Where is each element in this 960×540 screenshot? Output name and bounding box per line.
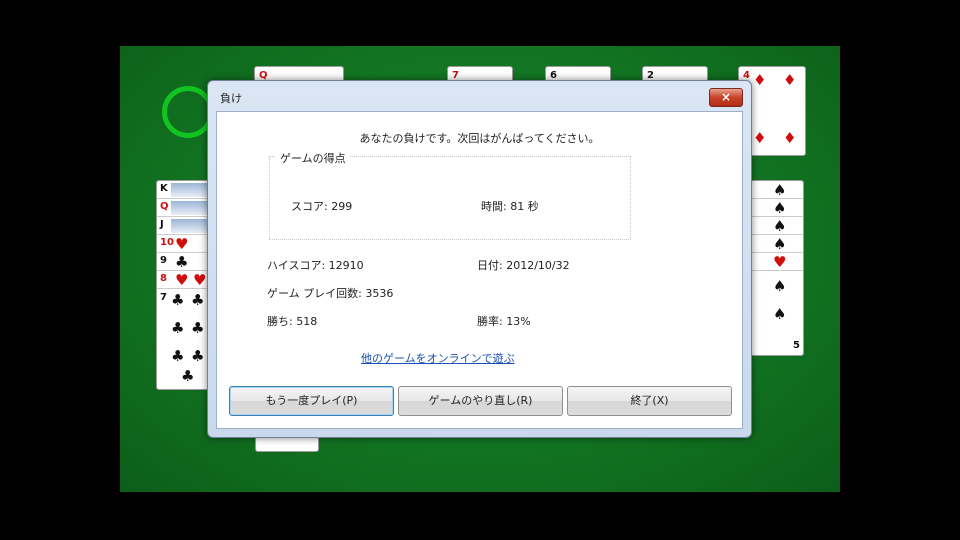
score-value: スコア: 299 — [291, 200, 353, 213]
club-suit-icon: ♣ — [181, 367, 195, 385]
club-suit-icon: ♣ — [191, 291, 205, 309]
diamond-suit-icon: ♦ — [753, 71, 767, 89]
card-rank: 10 — [160, 237, 174, 248]
club-suit-icon: ♣ — [171, 319, 185, 337]
dialog-content: あなたの負けです。次回はがんばってください。 ゲームの得点 スコア: 299 時… — [216, 111, 743, 429]
quit-button[interactable]: 終了(X) — [567, 386, 732, 416]
card-rank: 5 — [793, 340, 800, 351]
face-card-image — [171, 219, 207, 233]
time-value: 時間: 81 秒 — [481, 200, 539, 213]
heart-suit-icon: ♥ — [773, 253, 787, 271]
dialog-title: 負け — [220, 92, 242, 105]
game-lost-dialog: 負け × あなたの負けです。次回はがんばってください。 ゲームの得点 スコア: … — [207, 80, 752, 438]
heart-suit-icon: ♥ — [193, 271, 207, 289]
card-rank: K — [160, 183, 168, 194]
dialog-titlebar[interactable]: 負け × — [208, 81, 751, 111]
club-suit-icon: ♣ — [191, 347, 205, 365]
date: 日付: 2012/10/32 — [477, 259, 570, 272]
play-online-link[interactable]: 他のゲームをオンラインで遊ぶ — [361, 350, 515, 366]
spade-suit-icon: ♠ — [773, 277, 787, 295]
wins: 勝ち: 518 — [267, 315, 318, 328]
club-suit-icon: ♣ — [175, 253, 189, 271]
diamond-suit-icon: ♦ — [753, 129, 767, 147]
card-rank: 8 — [160, 273, 167, 284]
tableau-pile-right[interactable]: ♠ ♠ ♠ ♠ ♥ ♠ ♠ 5 — [750, 180, 804, 356]
heart-suit-icon: ♥ — [175, 271, 189, 289]
card-rank: 7 — [160, 292, 167, 303]
spade-suit-icon: ♠ — [773, 199, 787, 217]
close-icon: × — [720, 90, 732, 104]
heart-suit-icon: ♥ — [175, 235, 189, 253]
spade-suit-icon: ♠ — [773, 217, 787, 235]
card-rank: 9 — [160, 255, 167, 266]
spade-suit-icon: ♠ — [773, 305, 787, 323]
club-suit-icon: ♣ — [171, 347, 185, 365]
diamond-suit-icon: ♦ — [783, 71, 797, 89]
tableau-pile-left[interactable]: K Q J 10 ♥ 9 ♣ 8 ♥ ♥ 7 ♣ ♣ ♣ ♣ ♣ ♣ ♣ — [156, 180, 210, 390]
card-rank: Q — [160, 201, 169, 212]
spade-suit-icon: ♠ — [773, 181, 787, 199]
play-again-button[interactable]: もう一度プレイ(P) — [229, 386, 394, 416]
result-message: あなたの負けです。次回はがんばってください。 — [359, 132, 600, 145]
club-suit-icon: ♣ — [191, 319, 205, 337]
high-score: ハイスコア: 12910 — [267, 259, 364, 272]
club-suit-icon: ♣ — [171, 291, 185, 309]
close-button[interactable]: × — [709, 88, 743, 107]
card-rank: J — [160, 219, 164, 230]
win-rate: 勝率: 13% — [477, 315, 531, 328]
diamond-suit-icon: ♦ — [783, 129, 797, 147]
spade-suit-icon: ♠ — [773, 235, 787, 253]
face-card-image — [171, 183, 207, 197]
face-card-image — [171, 201, 207, 215]
games-played: ゲーム プレイ回数: 3536 — [267, 287, 394, 300]
score-group-title: ゲームの得点 — [276, 150, 350, 166]
restart-game-button[interactable]: ゲームのやり直し(R) — [398, 386, 563, 416]
